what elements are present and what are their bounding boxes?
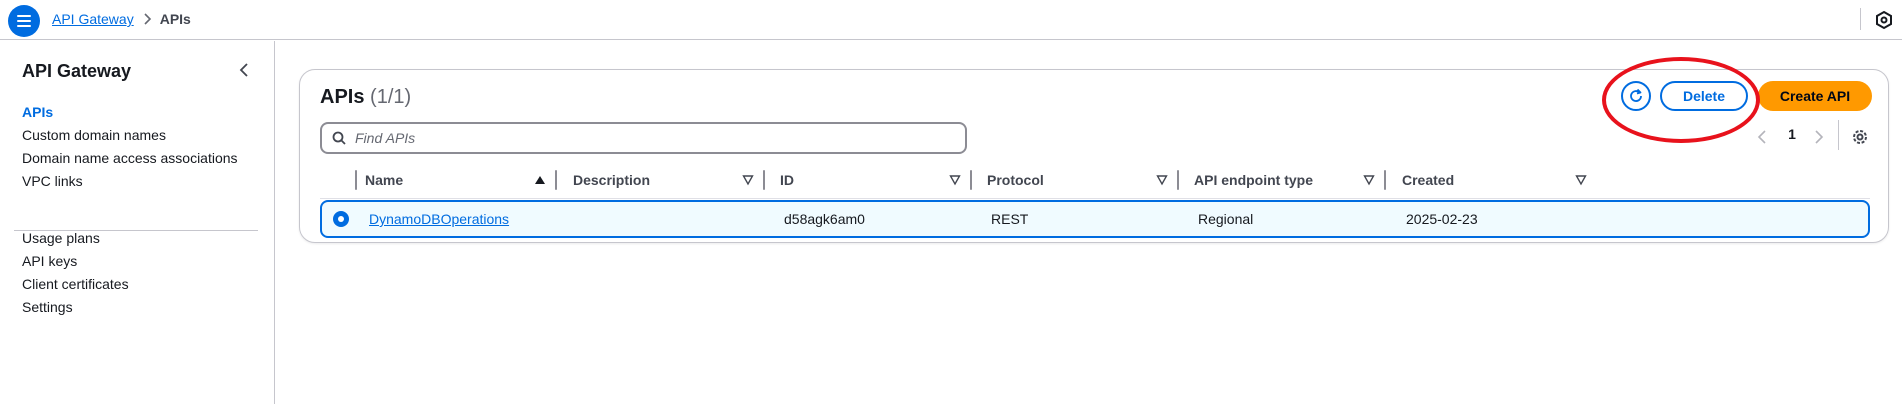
- sidebar-item-settings[interactable]: Settings: [22, 299, 73, 315]
- sidebar-item-api-keys[interactable]: API keys: [22, 253, 77, 269]
- preferences-gear-icon[interactable]: [1850, 127, 1870, 147]
- page-title: APIs (1/1): [320, 86, 411, 109]
- sort-icon[interactable]: [949, 174, 961, 186]
- api-count: (1/1): [370, 86, 412, 108]
- sidebar-item-domain-name-access-associations[interactable]: Domain name access associations: [22, 150, 238, 166]
- column-divider: [1384, 170, 1386, 190]
- column-divider: [763, 170, 765, 190]
- search-input[interactable]: [355, 130, 935, 146]
- api-created-date: 2025-02-23: [1406, 211, 1478, 227]
- apis-table-container: APIs (1/1) Delete Create API 1 Name Desc…: [299, 57, 1889, 243]
- top-bar-divider: [1860, 8, 1861, 30]
- column-header-protocol[interactable]: Protocol: [987, 170, 1044, 190]
- table-row[interactable]: DynamoDBOperations d58agk6am0 REST Regio…: [320, 200, 1870, 238]
- page-number[interactable]: 1: [1782, 126, 1802, 142]
- sidebar-title: API Gateway: [22, 61, 132, 81]
- settings-hexagon-icon[interactable]: [1874, 10, 1894, 30]
- column-header-id[interactable]: ID: [780, 170, 794, 190]
- delete-button[interactable]: Delete: [1660, 81, 1748, 111]
- page-title-text: APIs: [320, 86, 365, 108]
- breadcrumb: API Gateway APIs: [52, 11, 191, 27]
- api-name-link[interactable]: DynamoDBOperations: [369, 211, 509, 227]
- sidebar-item-custom-domain-names[interactable]: Custom domain names: [22, 127, 166, 143]
- row-select-radio[interactable]: [333, 211, 349, 227]
- api-id: d58agk6am0: [784, 211, 865, 227]
- search-field[interactable]: [320, 122, 967, 154]
- search-icon: [332, 131, 346, 145]
- sort-icon[interactable]: [1156, 174, 1168, 186]
- side-navigation: API Gateway APIs Custom domain names Dom…: [0, 41, 275, 404]
- pagination-divider: [1838, 120, 1839, 150]
- column-header-api-endpoint-type[interactable]: API endpoint type: [1194, 170, 1313, 190]
- column-header-name[interactable]: Name: [365, 170, 403, 190]
- api-endpoint-type: Regional: [1198, 211, 1254, 227]
- refresh-button[interactable]: [1621, 81, 1651, 111]
- sidebar-item-usage-plans[interactable]: Usage plans: [22, 230, 100, 246]
- create-api-button[interactable]: Create API: [1758, 81, 1872, 111]
- column-divider: [355, 170, 357, 190]
- chevron-right-icon: [142, 13, 152, 25]
- refresh-icon: [1630, 88, 1642, 102]
- sort-icon[interactable]: [1363, 174, 1375, 186]
- next-page-icon[interactable]: [1810, 128, 1826, 146]
- sort-icon[interactable]: [742, 174, 754, 186]
- top-navigation-bar: API Gateway APIs: [0, 0, 1902, 40]
- column-divider: [970, 170, 972, 190]
- previous-page-icon[interactable]: [1755, 128, 1771, 146]
- table-header-divider: [320, 198, 1870, 199]
- radio-dot: [338, 216, 344, 222]
- hamburger-menu-icon[interactable]: [8, 5, 40, 37]
- column-divider: [555, 170, 557, 190]
- column-header-description[interactable]: Description: [573, 170, 650, 190]
- sort-ascending-icon[interactable]: [534, 174, 546, 186]
- sidebar-item-apis[interactable]: APIs: [22, 104, 53, 120]
- breadcrumb-current: APIs: [159, 11, 191, 27]
- column-header-created[interactable]: Created: [1402, 170, 1454, 190]
- sort-icon[interactable]: [1575, 174, 1587, 186]
- api-protocol: REST: [991, 211, 1029, 227]
- column-divider: [1177, 170, 1179, 190]
- chevron-left-icon[interactable]: [236, 61, 254, 79]
- sidebar-item-client-certificates[interactable]: Client certificates: [22, 276, 129, 292]
- breadcrumb-api-gateway-link[interactable]: API Gateway: [52, 11, 134, 27]
- sidebar-item-vpc-links[interactable]: VPC links: [22, 173, 83, 189]
